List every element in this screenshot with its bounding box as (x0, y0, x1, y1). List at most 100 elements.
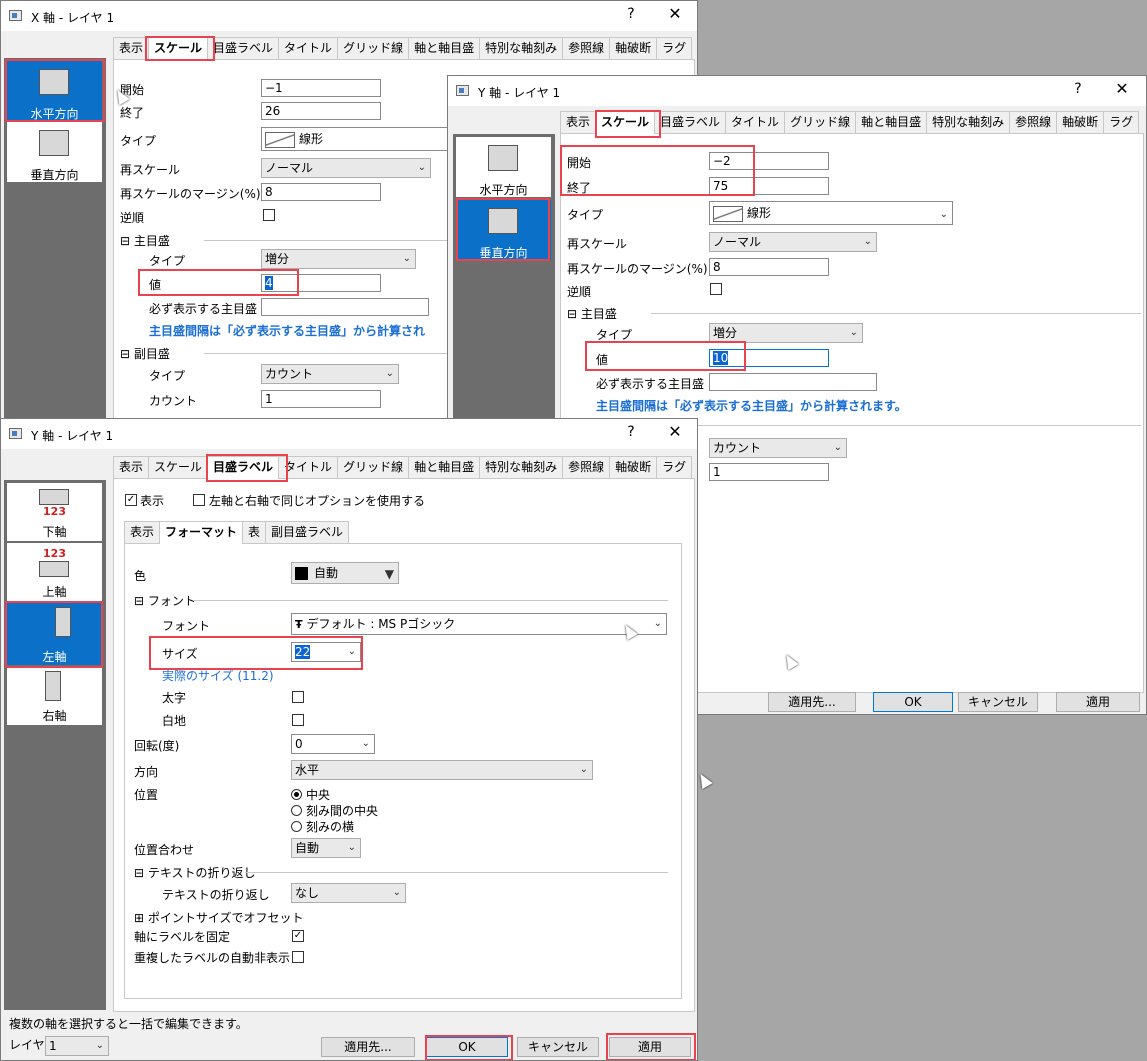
tab-axis-break[interactable]: 軸破断 (1056, 111, 1105, 133)
rescale-select[interactable]: ノーマル ⌄ (709, 232, 877, 252)
axis-item-bottom[interactable]: 123 下軸 (7, 483, 102, 541)
scale-type-select[interactable]: 線形 (261, 127, 461, 151)
scale-type-select[interactable]: 線形 ⌄ (709, 201, 953, 225)
help-button[interactable]: ? (621, 424, 641, 440)
ok-button[interactable]: OK (426, 1037, 508, 1057)
tab-scale[interactable]: スケール (595, 111, 656, 134)
position-beside-radio[interactable] (291, 821, 302, 832)
count-input[interactable]: 1 (261, 390, 381, 408)
tab-scale[interactable]: スケール (148, 37, 209, 60)
axis-item-horizontal[interactable]: 水平方向 (456, 137, 551, 197)
reverse-checkbox[interactable] (263, 209, 275, 221)
rotation-select[interactable]: 0 ⌄ (291, 734, 375, 754)
font-section-header[interactable]: ⊟ フォント (134, 592, 196, 609)
major-type-select[interactable]: 増分 ⌄ (261, 249, 416, 269)
major-value-input[interactable]: 4 (261, 274, 381, 292)
apply-button[interactable]: 適用 (1056, 692, 1140, 712)
apply-to-button[interactable]: 適用先... (321, 1037, 415, 1057)
tab-axis-ticks[interactable]: 軸と軸目盛 (408, 456, 481, 478)
wrap-section-header[interactable]: ⊟ テキストの折り返し (134, 864, 256, 881)
tab-grid[interactable]: グリッド線 (784, 111, 857, 133)
autohide-checkbox[interactable] (292, 951, 304, 963)
close-button[interactable]: ✕ (665, 4, 685, 23)
axis-item-vertical[interactable]: 垂直方向 (456, 200, 551, 260)
rescale-select[interactable]: ノーマル ⌄ (261, 158, 431, 178)
subtab-format[interactable]: フォーマット (159, 521, 244, 544)
tab-grid[interactable]: グリッド線 (337, 37, 410, 59)
cancel-button[interactable]: キャンセル (517, 1037, 599, 1057)
cancel-button[interactable]: キャンセル (958, 692, 1038, 712)
tab-reference-lines[interactable]: 参照線 (1009, 111, 1058, 133)
major-value-input[interactable]: 10 (709, 349, 829, 367)
tab-grid[interactable]: グリッド線 (337, 456, 410, 478)
position-center-radio[interactable] (291, 789, 302, 800)
help-button[interactable]: ? (621, 6, 641, 22)
minor-type-select[interactable]: カウント ⌄ (261, 364, 399, 384)
align-select[interactable]: 自動 ⌄ (291, 838, 361, 858)
tab-scale[interactable]: スケール (148, 456, 209, 478)
end-input[interactable]: 26 (261, 102, 381, 120)
white-bg-checkbox[interactable] (292, 714, 304, 726)
tab-display[interactable]: 表示 (560, 111, 597, 133)
tab-axis-ticks[interactable]: 軸と軸目盛 (855, 111, 928, 133)
tab-rug[interactable]: ラグ (656, 37, 693, 59)
size-select[interactable]: 22 ⌄ (291, 642, 361, 662)
major-section-header[interactable]: ⊟ 主目盛 (120, 232, 170, 249)
tab-special-ticks[interactable]: 特別な軸刻み (479, 37, 564, 59)
required-ticks-input[interactable] (709, 373, 877, 391)
subtab-minor-labels[interactable]: 副目盛ラベル (265, 521, 350, 543)
end-input[interactable]: 75 (709, 177, 829, 195)
tab-display[interactable]: 表示 (113, 37, 150, 59)
tab-title[interactable]: タイトル (278, 456, 339, 478)
ok-button[interactable]: OK (873, 692, 953, 712)
axis-item-top[interactable]: 123 上軸 (7, 543, 102, 601)
tab-display[interactable]: 表示 (113, 456, 150, 478)
layer-select[interactable]: 1 ⌄ (45, 1036, 109, 1056)
offset-section-header[interactable]: ⊞ ポイントサイズでオフセット (134, 909, 304, 926)
apply-button[interactable]: 適用 (609, 1037, 691, 1057)
subtab-display[interactable]: 表示 (124, 521, 161, 543)
tab-axis-ticks[interactable]: 軸と軸目盛 (408, 37, 481, 59)
tab-tick-labels[interactable]: 目盛ラベル (207, 456, 280, 479)
fix-checkbox[interactable]: ✓ (292, 930, 304, 942)
axis-item-left[interactable]: 左軸 (7, 603, 102, 665)
major-section-header[interactable]: ⊟ 主目盛 (567, 305, 617, 322)
wrap-select[interactable]: なし ⌄ (291, 883, 406, 903)
tab-tick-labels[interactable]: 目盛ラベル (654, 111, 727, 133)
tab-tick-labels[interactable]: 目盛ラベル (207, 37, 280, 59)
count-input[interactable]: 1 (709, 463, 829, 481)
direction-select[interactable]: 水平 ⌄ (291, 760, 593, 780)
tab-axis-break[interactable]: 軸破断 (609, 456, 658, 478)
tab-reference-lines[interactable]: 参照線 (562, 456, 611, 478)
axis-item-right[interactable]: 右軸 (7, 667, 102, 725)
start-input[interactable]: −1 (261, 79, 381, 97)
tab-axis-break[interactable]: 軸破断 (609, 37, 658, 59)
minor-section-header[interactable]: ⊟ 副目盛 (120, 345, 170, 362)
color-select[interactable]: 自動 ▼ (291, 562, 399, 584)
close-button[interactable]: ✕ (665, 422, 685, 441)
same-option-checkbox[interactable] (193, 494, 205, 506)
tab-rug[interactable]: ラグ (656, 456, 693, 478)
font-select[interactable]: Ŧ デフォルト : MS Pゴシック ⌄ (291, 613, 667, 635)
bold-checkbox[interactable] (292, 691, 304, 703)
apply-to-button[interactable]: 適用先... (768, 692, 856, 712)
start-input[interactable]: −2 (709, 152, 829, 170)
tab-title[interactable]: タイトル (725, 111, 786, 133)
tab-special-ticks[interactable]: 特別な軸刻み (926, 111, 1011, 133)
axis-item-vertical[interactable]: 垂直方向 (7, 122, 102, 182)
reverse-checkbox[interactable] (710, 283, 722, 295)
tab-special-ticks[interactable]: 特別な軸刻み (479, 456, 564, 478)
tab-title[interactable]: タイトル (278, 37, 339, 59)
position-between-radio[interactable] (291, 805, 302, 816)
tab-reference-lines[interactable]: 参照線 (562, 37, 611, 59)
major-type-select[interactable]: 増分 ⌄ (709, 323, 863, 343)
axis-item-horizontal[interactable]: 水平方向 (7, 61, 102, 121)
minor-type-select[interactable]: カウント ⌄ (709, 438, 847, 458)
tab-rug[interactable]: ラグ (1103, 111, 1140, 133)
help-button[interactable]: ? (1068, 81, 1088, 97)
show-checkbox[interactable]: ✓ (125, 494, 137, 506)
required-ticks-input[interactable] (261, 298, 429, 316)
margin-input[interactable]: 8 (709, 258, 829, 276)
subtab-table[interactable]: 表 (242, 521, 267, 543)
close-button[interactable]: ✕ (1112, 79, 1132, 98)
